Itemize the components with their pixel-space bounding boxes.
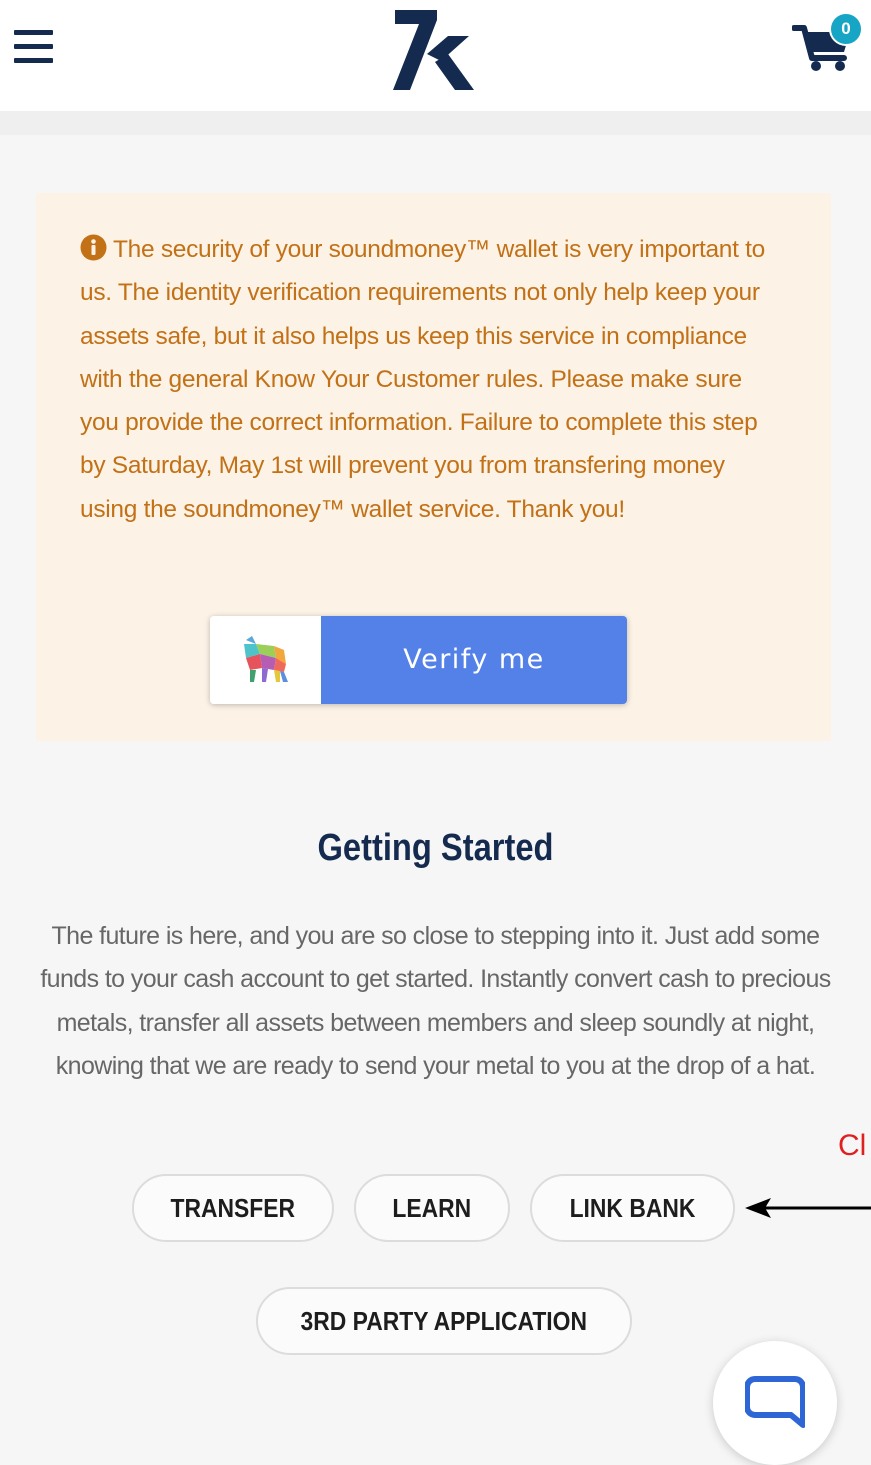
getting-started-description: The future is here, and you are so close…: [40, 922, 831, 1080]
7k-logo[interactable]: [392, 10, 476, 92]
verification-notice: The security of your soundmoney™ wallet …: [36, 193, 831, 741]
hamburger-menu-icon[interactable]: [14, 30, 54, 64]
transfer-button-label: TRANSFER: [170, 1193, 296, 1223]
info-icon: [80, 234, 107, 261]
verify-logo-box: [210, 616, 321, 704]
header-divider: [0, 111, 871, 135]
left-arrow-icon: [745, 1198, 871, 1218]
top-header: 0: [0, 0, 871, 111]
notice-message: The security of your soundmoney™ wallet …: [80, 236, 765, 523]
cart-count-badge: 0: [829, 12, 863, 46]
verify-me-button[interactable]: Verify me: [210, 616, 627, 704]
transfer-button[interactable]: TRANSFER: [132, 1174, 334, 1242]
third-party-application-label: 3RD PARTY APPLICATION: [300, 1306, 588, 1336]
colorful-wolf-logo: [244, 636, 288, 682]
annotation-text: Cl: [838, 1129, 867, 1162]
link-bank-button[interactable]: LINK BANK: [530, 1174, 735, 1242]
learn-button-label: LEARN: [392, 1193, 472, 1223]
verify-me-label: Verify me: [321, 616, 627, 704]
chat-bubble-icon: [745, 1376, 805, 1428]
notice-text-block: The security of your soundmoney™ wallet …: [80, 228, 780, 531]
third-party-application-button[interactable]: 3RD PARTY APPLICATION: [256, 1287, 632, 1355]
link-bank-button-label: LINK BANK: [569, 1193, 696, 1223]
chat-launcher-button[interactable]: [713, 1341, 837, 1465]
learn-button[interactable]: LEARN: [354, 1174, 510, 1242]
getting-started-title: Getting Started: [317, 827, 554, 869]
